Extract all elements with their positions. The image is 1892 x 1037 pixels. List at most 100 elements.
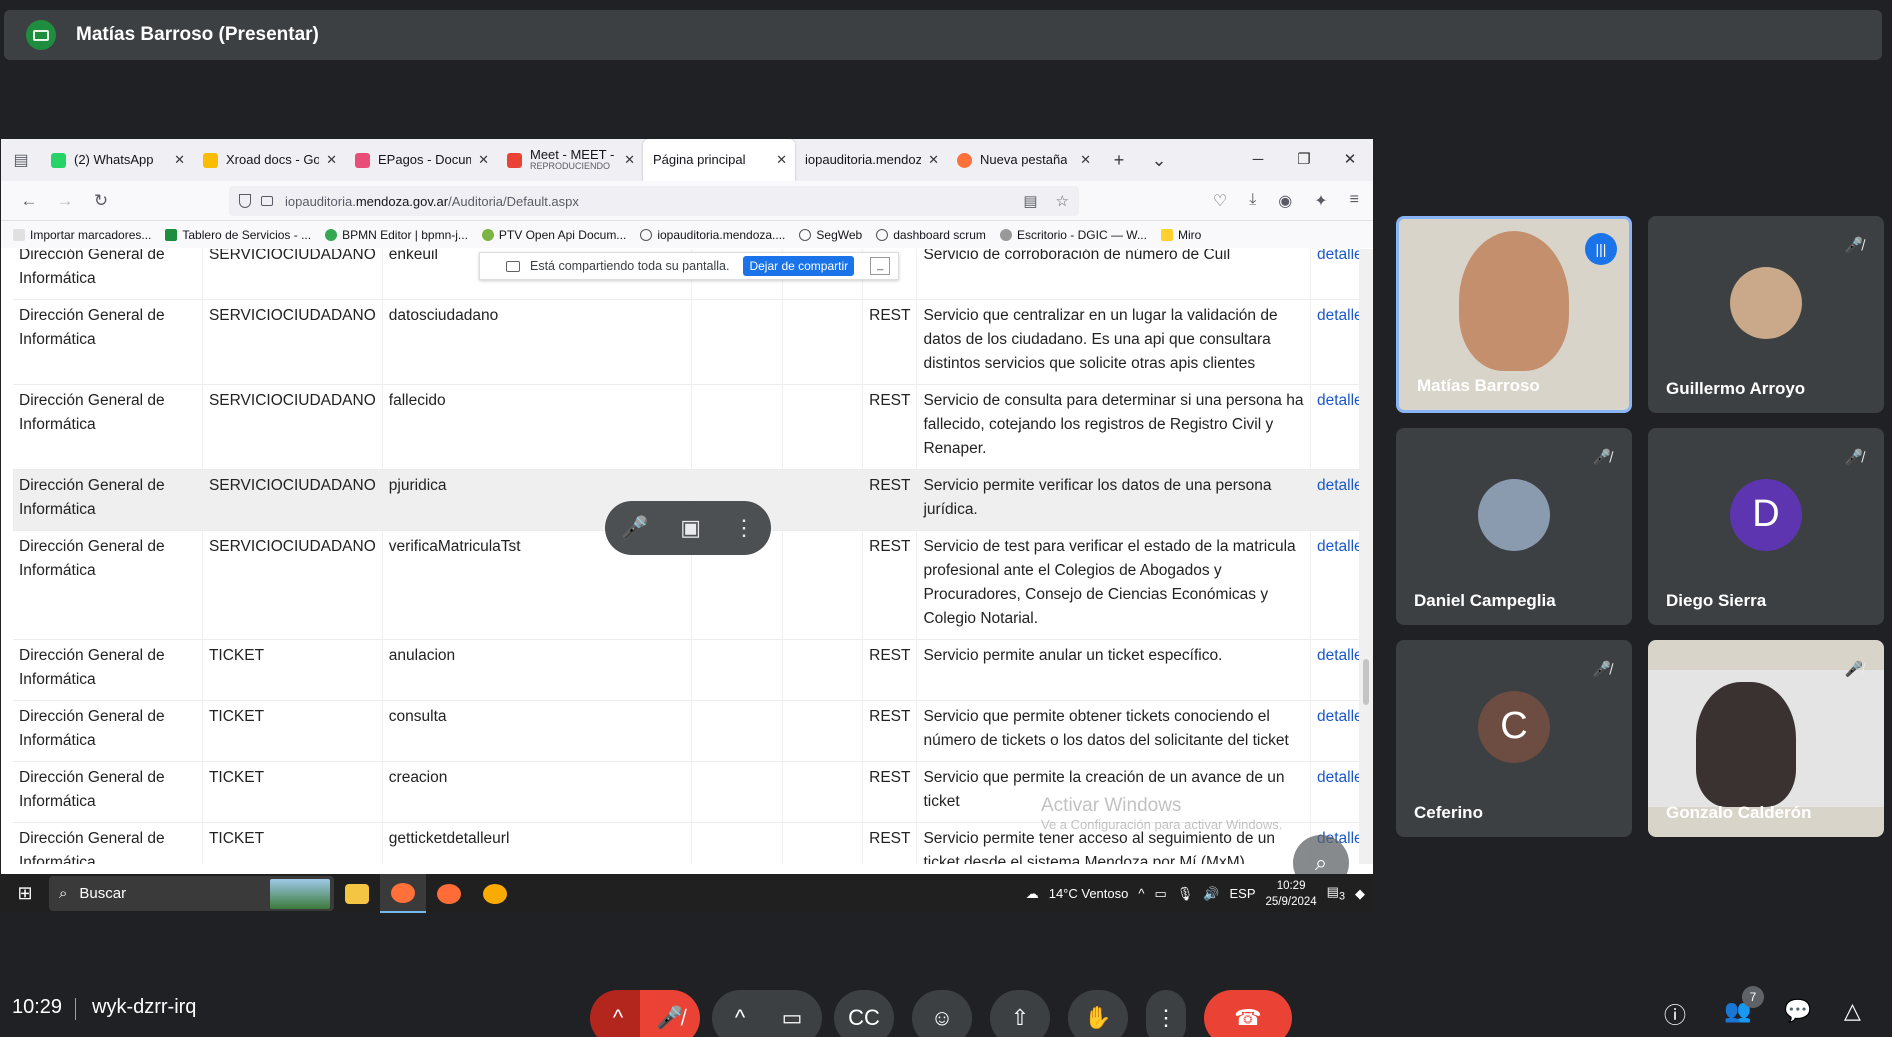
tray-chevron-icon[interactable]: ^ bbox=[1138, 886, 1144, 901]
participant-tile[interactable]: 🎤̸ C Ceferino bbox=[1396, 640, 1632, 837]
copilot-icon[interactable]: ◆ bbox=[1355, 886, 1365, 902]
download-icon[interactable]: ⤓ bbox=[1249, 191, 1256, 211]
volume-icon[interactable]: 🔊 bbox=[1203, 886, 1219, 902]
participant-tile[interactable]: 🎤̸ D Diego Sierra bbox=[1648, 428, 1884, 625]
more-vert-icon[interactable]: ⋮ bbox=[733, 515, 755, 541]
tab-whatsapp[interactable]: (2) WhatsApp ✕ bbox=[41, 139, 193, 181]
mic-toggle-button[interactable]: 🎤̸ bbox=[640, 990, 700, 1037]
mic-muted-icon: 🎤̸ bbox=[1844, 237, 1864, 254]
participant-tile[interactable]: 🎤̸ Guillermo Arroyo bbox=[1648, 216, 1884, 413]
close-tab-icon[interactable]: ✕ bbox=[326, 152, 337, 168]
video-options-button[interactable]: ^ bbox=[712, 990, 768, 1037]
emoji-reactions-button[interactable]: ☺ bbox=[912, 990, 972, 1037]
bookmark-item[interactable]: iopauditoria.mendoza.... bbox=[640, 228, 785, 242]
notifications-icon[interactable]: ▤3 bbox=[1327, 884, 1345, 903]
tab-epagos[interactable]: EPagos - Docume✕ bbox=[345, 139, 497, 181]
weather-icon[interactable]: ☁ bbox=[1026, 886, 1039, 902]
search-highlight-image bbox=[270, 878, 330, 909]
speaking-indicator-icon: ||| bbox=[1585, 233, 1617, 265]
bookmark-item[interactable]: SegWeb bbox=[799, 228, 862, 242]
empty-cell bbox=[691, 761, 784, 823]
captions-button[interactable]: CC bbox=[834, 990, 894, 1037]
list-tabs-icon[interactable]: ⌄ bbox=[1139, 150, 1179, 171]
activities-icon[interactable]: △ bbox=[1844, 998, 1861, 1024]
close-tab-icon[interactable]: ✕ bbox=[174, 152, 185, 168]
close-window-icon[interactable]: ✕ bbox=[1327, 139, 1373, 181]
tab-iopauditoria[interactable]: iopauditoria.mendoza ✕ bbox=[795, 139, 947, 181]
bookmark-item[interactable]: Tablero de Servicios - ... bbox=[165, 228, 311, 242]
tab-overview-icon[interactable]: ▤ bbox=[1, 150, 41, 170]
mic-muted-icon: 🎤̸ bbox=[1844, 449, 1864, 466]
forward-icon[interactable]: → bbox=[47, 191, 83, 211]
more-options-button[interactable]: ⋮ bbox=[1146, 990, 1186, 1037]
bookmark-item[interactable]: dashboard scrum bbox=[876, 228, 986, 242]
account-icon[interactable]: ◉ bbox=[1278, 191, 1292, 211]
bookmark-item[interactable]: Miro bbox=[1160, 228, 1201, 242]
bookmark-item[interactable]: PTV Open Api Docum... bbox=[481, 228, 626, 242]
firefox-taskbar-icon[interactable] bbox=[380, 874, 426, 913]
camera-off-icon[interactable]: ▣ bbox=[680, 515, 701, 541]
raise-hand-button[interactable]: ✋ bbox=[1068, 990, 1128, 1037]
leave-call-button[interactable]: ☎ bbox=[1204, 990, 1292, 1037]
tab-xroad[interactable]: Xroad docs - Goo ✕ bbox=[193, 139, 345, 181]
bookmarks-bar: Importar marcadores... Tablero de Servic… bbox=[1, 221, 1373, 248]
scrollbar-thumb[interactable] bbox=[1363, 659, 1369, 705]
tab-pagina-principal[interactable]: Página principal ✕ bbox=[643, 139, 795, 181]
camera-toggle-button[interactable]: ▭ bbox=[762, 990, 822, 1037]
bookmark-item[interactable]: Importar marcadores... bbox=[13, 228, 151, 242]
bookmark-item[interactable]: Escritorio - DGIC — W... bbox=[999, 228, 1147, 242]
menu-icon[interactable]: ≡ bbox=[1350, 191, 1359, 211]
pocket-icon[interactable]: ♡ bbox=[1213, 191, 1227, 211]
file-explorer-icon[interactable] bbox=[334, 874, 380, 913]
bookmark-star-icon[interactable]: ☆ bbox=[1056, 192, 1069, 210]
minimize-notice-button[interactable]: _ bbox=[870, 257, 891, 275]
service-cell: anulacion bbox=[382, 639, 692, 701]
people-icon[interactable]: 👥 7 bbox=[1724, 986, 1764, 1024]
service-cell: consulta bbox=[382, 700, 692, 762]
chrome-canary-taskbar-icon[interactable] bbox=[472, 874, 518, 913]
tab-meet[interactable]: Meet - MEET - SuREPRODUCIENDO✕ bbox=[497, 139, 643, 181]
meeting-code: wyk-dzrr-irq bbox=[92, 996, 197, 1018]
close-tab-icon[interactable]: ✕ bbox=[776, 152, 787, 168]
new-tab-button[interactable]: + bbox=[1099, 150, 1139, 171]
taskbar-clock[interactable]: 10:29 25/9/2024 bbox=[1266, 878, 1317, 910]
network-icon[interactable]: ▭ bbox=[1154, 886, 1166, 902]
page-scrollbar[interactable] bbox=[1359, 249, 1373, 864]
participant-tile[interactable]: ||| Matías Barroso bbox=[1396, 216, 1632, 413]
back-icon[interactable]: ← bbox=[11, 191, 47, 211]
description-cell: Servicio permite anular un ticket especí… bbox=[916, 639, 1311, 701]
close-tab-icon[interactable]: ✕ bbox=[478, 152, 489, 168]
tab-nueva-pestana[interactable]: Nueva pestaña ✕ bbox=[947, 139, 1099, 181]
type-cell: REST bbox=[862, 469, 918, 531]
audio-options-button[interactable]: ^ bbox=[590, 990, 646, 1037]
empty-cell bbox=[691, 700, 784, 762]
avatar: C bbox=[1478, 690, 1550, 763]
service-cell: datosciudadano bbox=[382, 299, 692, 385]
mic-muted-icon: 🎤̸ bbox=[1592, 661, 1612, 678]
close-tab-icon[interactable]: ✕ bbox=[928, 152, 939, 168]
close-tab-icon[interactable]: ✕ bbox=[624, 152, 635, 168]
bookmark-item[interactable]: BPMN Editor | bpmn-j... bbox=[325, 228, 468, 242]
category-cell: SERVICIOCIUDADANO bbox=[202, 530, 383, 640]
restore-icon[interactable]: ❐ bbox=[1281, 139, 1327, 181]
stop-sharing-button[interactable]: Dejar de compartir bbox=[743, 256, 855, 276]
meeting-toolbar: 10:29 wyk-dzrr-irq ^ 🎤̸ ^ ▭ CC ☺ ⇧ ✋ ⋮ ☎… bbox=[0, 986, 1892, 1037]
reader-view-icon[interactable]: ▤ bbox=[1023, 192, 1037, 210]
close-tab-icon[interactable]: ✕ bbox=[1080, 152, 1091, 168]
table-row: Dirección General de Informática SERVICIO… bbox=[13, 299, 1373, 385]
postman-taskbar-icon[interactable] bbox=[426, 874, 472, 913]
minimize-icon[interactable]: ─ bbox=[1235, 139, 1281, 181]
reload-icon[interactable]: ↻ bbox=[83, 191, 119, 211]
participant-tile[interactable]: 🎤̸ Gonzalo Calderón bbox=[1648, 640, 1884, 837]
mic-off-icon[interactable]: 🎤 bbox=[621, 515, 648, 541]
participant-tile[interactable]: 🎤̸ Daniel Campeglia bbox=[1396, 428, 1632, 625]
extensions-icon[interactable]: ✦ bbox=[1314, 191, 1327, 211]
taskbar-search[interactable]: ⌕ Buscar bbox=[49, 876, 334, 911]
mic-tray-icon[interactable]: 🎙 bbox=[1177, 886, 1194, 902]
category-cell: TICKET bbox=[202, 700, 383, 762]
chat-icon[interactable]: 💬 bbox=[1784, 998, 1811, 1024]
meeting-info-icon[interactable]: ⓘ bbox=[1664, 998, 1686, 1030]
present-screen-button[interactable]: ⇧ bbox=[990, 990, 1050, 1037]
windows-start-icon[interactable]: ⊞ bbox=[1, 883, 49, 904]
url-bar[interactable]: iopauditoria.mendoza.gov.ar/Auditoria/De… bbox=[229, 186, 1079, 216]
